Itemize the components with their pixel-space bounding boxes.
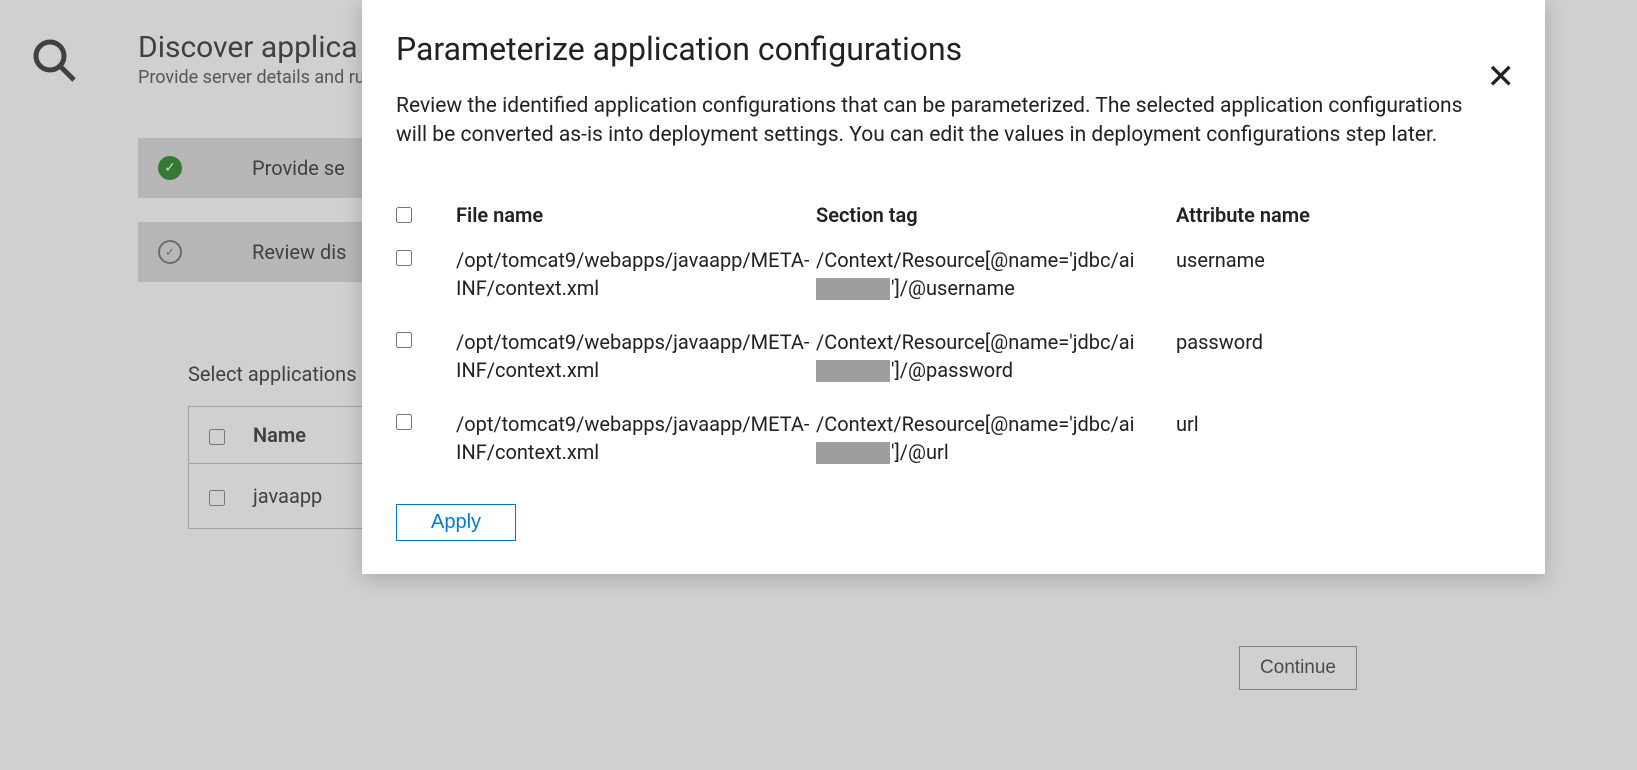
file-name-cell: /opt/tomcat9/webapps/javaapp/META-INF/co… [456, 410, 816, 466]
modal-title: Parameterize application configurations [396, 30, 1511, 68]
config-table: File name Section tag Attribute name /op… [396, 203, 1511, 466]
row-checkbox[interactable] [396, 414, 412, 430]
row-checkbox[interactable] [396, 250, 412, 266]
column-section-tag: Section tag [816, 203, 1176, 227]
attribute-cell: password [1176, 328, 1376, 356]
modal-description: Review the identified application config… [396, 92, 1476, 151]
section-tag-cell: /Context/Resource[@name='jdbc/ai']/@pass… [816, 328, 1176, 384]
redacted-segment [816, 360, 890, 382]
attribute-cell: url [1176, 410, 1376, 438]
section-tag-cell: /Context/Resource[@name='jdbc/ai']/@url [816, 410, 1176, 466]
column-attribute-name: Attribute name [1176, 203, 1376, 227]
row-checkbox[interactable] [396, 332, 412, 348]
attribute-cell: username [1176, 246, 1376, 274]
close-icon: ✕ [1487, 58, 1516, 96]
file-name-cell: /opt/tomcat9/webapps/javaapp/META-INF/co… [456, 246, 816, 302]
section-tag-cell: /Context/Resource[@name='jdbc/ai']/@user… [816, 246, 1176, 302]
select-all-config-checkbox[interactable] [396, 207, 412, 223]
config-row: /opt/tomcat9/webapps/javaapp/META-INF/co… [396, 246, 1511, 302]
parameterize-modal: Parameterize application configurations … [362, 0, 1545, 574]
close-button[interactable]: ✕ [1487, 60, 1516, 94]
file-name-cell: /opt/tomcat9/webapps/javaapp/META-INF/co… [456, 328, 816, 384]
redacted-segment [816, 442, 890, 464]
redacted-segment [816, 278, 890, 300]
apply-button[interactable]: Apply [396, 504, 516, 541]
column-file-name: File name [456, 203, 816, 227]
config-row: /opt/tomcat9/webapps/javaapp/META-INF/co… [396, 328, 1511, 384]
config-row: /opt/tomcat9/webapps/javaapp/META-INF/co… [396, 410, 1511, 466]
